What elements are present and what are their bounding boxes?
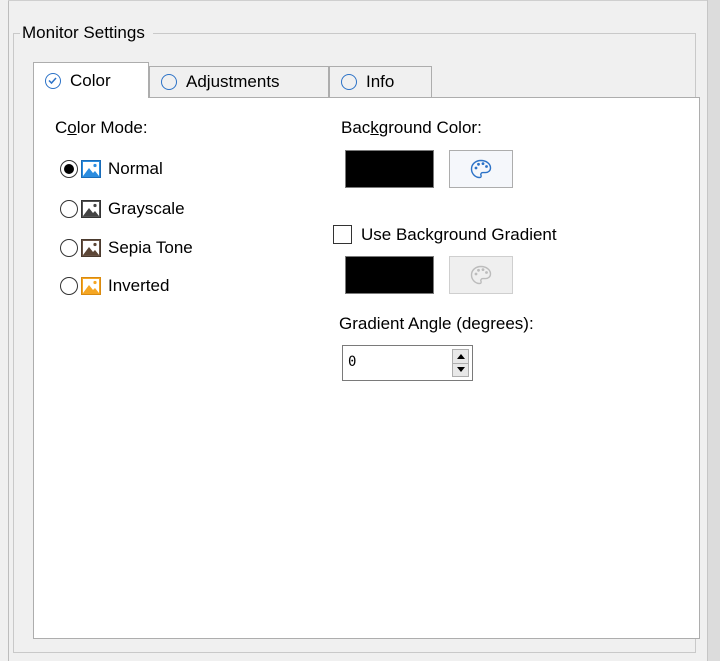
spin-down-button[interactable] <box>452 363 469 377</box>
use-gradient-checkbox[interactable] <box>333 225 352 244</box>
gradient-angle-label: Gradient Angle (degrees): <box>339 314 534 333</box>
use-gradient-label: Use Background Gradient <box>361 225 557 244</box>
color-mode-option-sepia-tone[interactable]: Sepia Tone <box>60 236 193 260</box>
radio-button[interactable] <box>60 239 78 257</box>
radio-button[interactable] <box>60 160 78 178</box>
gradient-color-swatch[interactable] <box>345 256 434 294</box>
gradient-angle-value[interactable]: 0 <box>348 354 356 370</box>
triangle-down-icon <box>456 367 465 373</box>
radio-button[interactable] <box>60 277 78 295</box>
image-icon-blue <box>81 160 101 178</box>
palette-icon <box>470 159 492 179</box>
image-icon-gray <box>81 200 101 218</box>
gradient-angle-spinbox[interactable]: 0 <box>342 345 473 381</box>
option-label: Grayscale <box>108 199 185 218</box>
background-color-swatch[interactable] <box>345 150 434 188</box>
option-label: Inverted <box>108 276 170 295</box>
spin-up-button[interactable] <box>452 349 469 364</box>
color-mode-label: Color Mode: <box>55 118 148 137</box>
background-color-label: Background Color: <box>341 118 482 137</box>
palette-icon <box>470 265 492 285</box>
option-label: Normal <box>108 159 163 178</box>
triangle-up-icon <box>456 353 465 359</box>
image-icon-orange <box>81 277 101 295</box>
color-mode-option-grayscale[interactable]: Grayscale <box>60 197 185 221</box>
color-mode-option-inverted[interactable]: Inverted <box>60 274 169 298</box>
background-color-picker-button[interactable] <box>449 150 513 188</box>
color-mode-option-normal[interactable]: Normal <box>60 157 163 181</box>
gradient-color-picker-button[interactable] <box>449 256 513 294</box>
radio-button[interactable] <box>60 200 78 218</box>
option-label: Sepia Tone <box>108 238 193 257</box>
image-icon-sepia <box>81 239 101 257</box>
spin-buttons <box>452 349 469 377</box>
